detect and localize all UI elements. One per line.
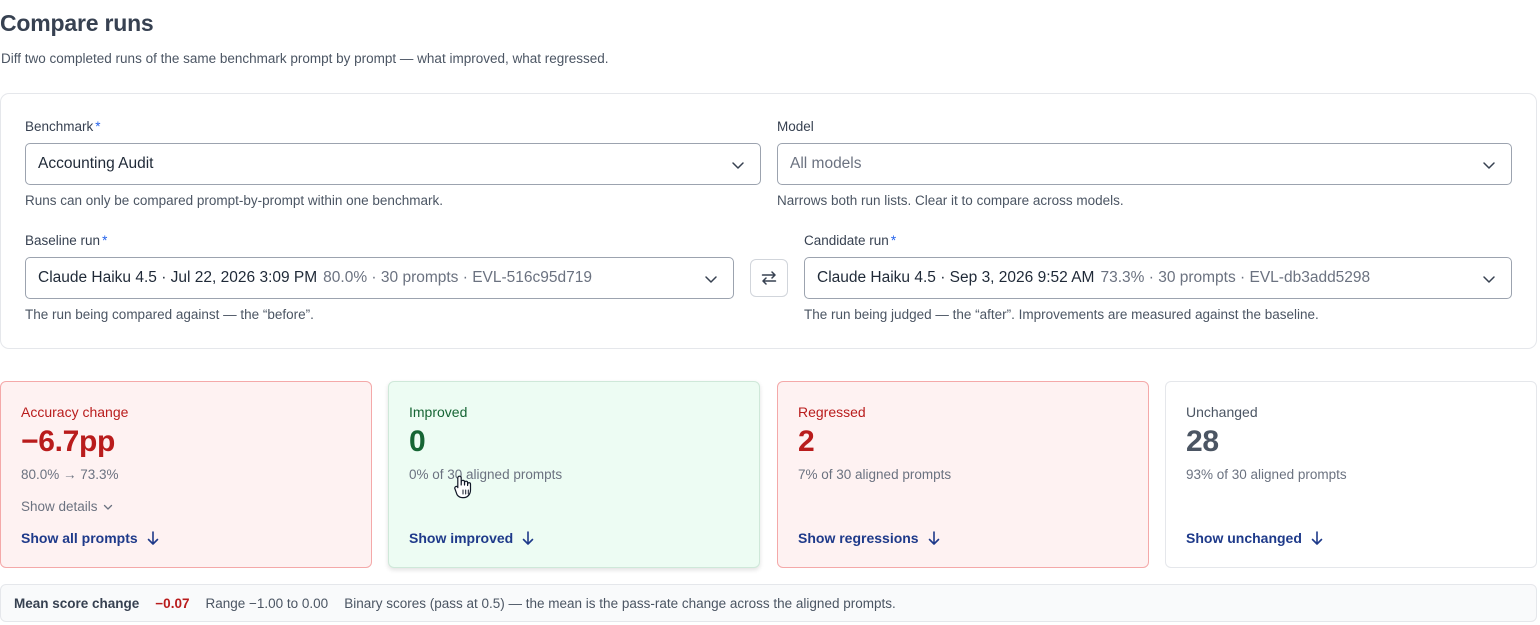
show-all-prompts-label: Show all prompts	[21, 530, 138, 546]
hand-cursor-icon	[454, 475, 472, 499]
mean-score-label: Mean score change	[14, 595, 140, 611]
improved-sub: 0% of 30 aligned prompts	[409, 467, 563, 482]
required-mark: *	[102, 233, 108, 248]
mean-score-value: −0.07	[155, 595, 190, 611]
benchmark-label-text: Benchmark	[25, 119, 94, 134]
regressed-card: Regressed 2 7% of 30 aligned prompts Sho…	[777, 381, 1149, 568]
benchmark-select[interactable]: Accounting Audit	[25, 143, 761, 185]
candidate-run-select[interactable]: Claude Haiku 4.5 · Sep 3, 2026 9:52 AM 7…	[804, 257, 1512, 299]
benchmark-label: Benchmark *	[25, 119, 101, 134]
baseline-label-text: Baseline run	[25, 233, 101, 248]
regressed-value: 2	[798, 425, 815, 458]
baseline-run-select[interactable]: Claude Haiku 4.5 · Jul 22, 2026 3:09 PM …	[25, 257, 734, 299]
unchanged-value: 28	[1186, 425, 1219, 458]
improved-label: Improved	[409, 404, 468, 420]
chevron-down-icon	[732, 162, 744, 169]
improved-card: Improved 0 0% of 30 aligned prompts Show…	[388, 381, 760, 568]
arrow-down-icon	[147, 531, 158, 545]
mean-score-note: Binary scores (pass at 0.5) — the mean i…	[344, 595, 896, 611]
baseline-label: Baseline run *	[25, 233, 107, 248]
chevron-down-icon	[103, 504, 112, 510]
model-help: Narrows both run lists. Clear it to comp…	[777, 193, 1124, 208]
candidate-run-value: Claude Haiku 4.5 · Sep 3, 2026 9:52 AM	[817, 269, 1095, 286]
arrow-down-icon	[1311, 531, 1323, 545]
model-label-text: Model	[777, 119, 814, 134]
candidate-run-meta: 73.3% · 30 prompts · EVL-db3add5298	[1100, 269, 1371, 286]
show-improved-label: Show improved	[409, 530, 514, 546]
candidate-help: The run being judged — the “after”. Impr…	[804, 307, 1319, 322]
swap-arrows-icon	[761, 271, 777, 285]
benchmark-select-value: Accounting Audit	[38, 155, 154, 172]
unchanged-sub: 93% of 30 aligned prompts	[1186, 467, 1347, 482]
baseline-run-value: Claude Haiku 4.5 · Jul 22, 2026 3:09 PM	[38, 269, 318, 286]
model-label: Model	[777, 119, 814, 134]
show-all-prompts-link[interactable]: Show all prompts	[21, 530, 160, 546]
candidate-label: Candidate run *	[804, 233, 896, 248]
improved-value: 0	[409, 425, 426, 458]
unchanged-card: Unchanged 28 93% of 30 aligned prompts S…	[1165, 381, 1537, 568]
candidate-label-text: Candidate run	[804, 233, 889, 248]
benchmark-help: Runs can only be compared prompt-by-prom…	[25, 193, 443, 208]
accuracy-change-card: Accuracy change −6.7pp 80.0% → 73.3% Sho…	[0, 381, 372, 568]
chevron-down-icon	[1483, 276, 1495, 283]
mean-score-range: Range −1.00 to 0.00	[205, 595, 329, 611]
regressed-label: Regressed	[798, 404, 866, 420]
required-mark: *	[95, 119, 101, 134]
show-regressions-link[interactable]: Show regressions	[798, 530, 941, 546]
mean-score-bar: Mean score change −0.07 Range −1.00 to 0…	[0, 584, 1537, 622]
regressed-sub: 7% of 30 aligned prompts	[798, 467, 952, 482]
arrow-down-icon	[928, 531, 939, 545]
show-details-toggle[interactable]: Show details	[21, 499, 114, 514]
chevron-down-icon	[705, 276, 717, 283]
show-details-label: Show details	[21, 499, 98, 514]
accuracy-change-sub: 80.0% → 73.3%	[21, 467, 119, 482]
accuracy-change-label: Accuracy change	[21, 404, 129, 420]
unchanged-label: Unchanged	[1186, 404, 1258, 420]
show-regressions-label: Show regressions	[798, 530, 919, 546]
arrow-down-icon	[522, 531, 534, 545]
baseline-run-meta: 80.0% · 30 prompts · EVL-516c95d719	[323, 269, 592, 286]
baseline-help: The run being compared against — the “be…	[25, 307, 314, 322]
model-select[interactable]: All models	[777, 143, 1512, 185]
model-select-placeholder: All models	[790, 155, 862, 172]
accuracy-change-value: −6.7pp	[21, 425, 116, 458]
page-subtitle: Diff two completed runs of the same benc…	[1, 51, 609, 66]
show-unchanged-link[interactable]: Show unchanged	[1186, 530, 1324, 546]
chevron-down-icon	[1483, 162, 1495, 169]
show-unchanged-label: Show unchanged	[1186, 530, 1302, 546]
show-improved-link[interactable]: Show improved	[409, 530, 535, 546]
swap-runs-button[interactable]	[750, 259, 788, 297]
page-title: Compare runs	[0, 10, 154, 36]
required-mark: *	[890, 233, 897, 248]
